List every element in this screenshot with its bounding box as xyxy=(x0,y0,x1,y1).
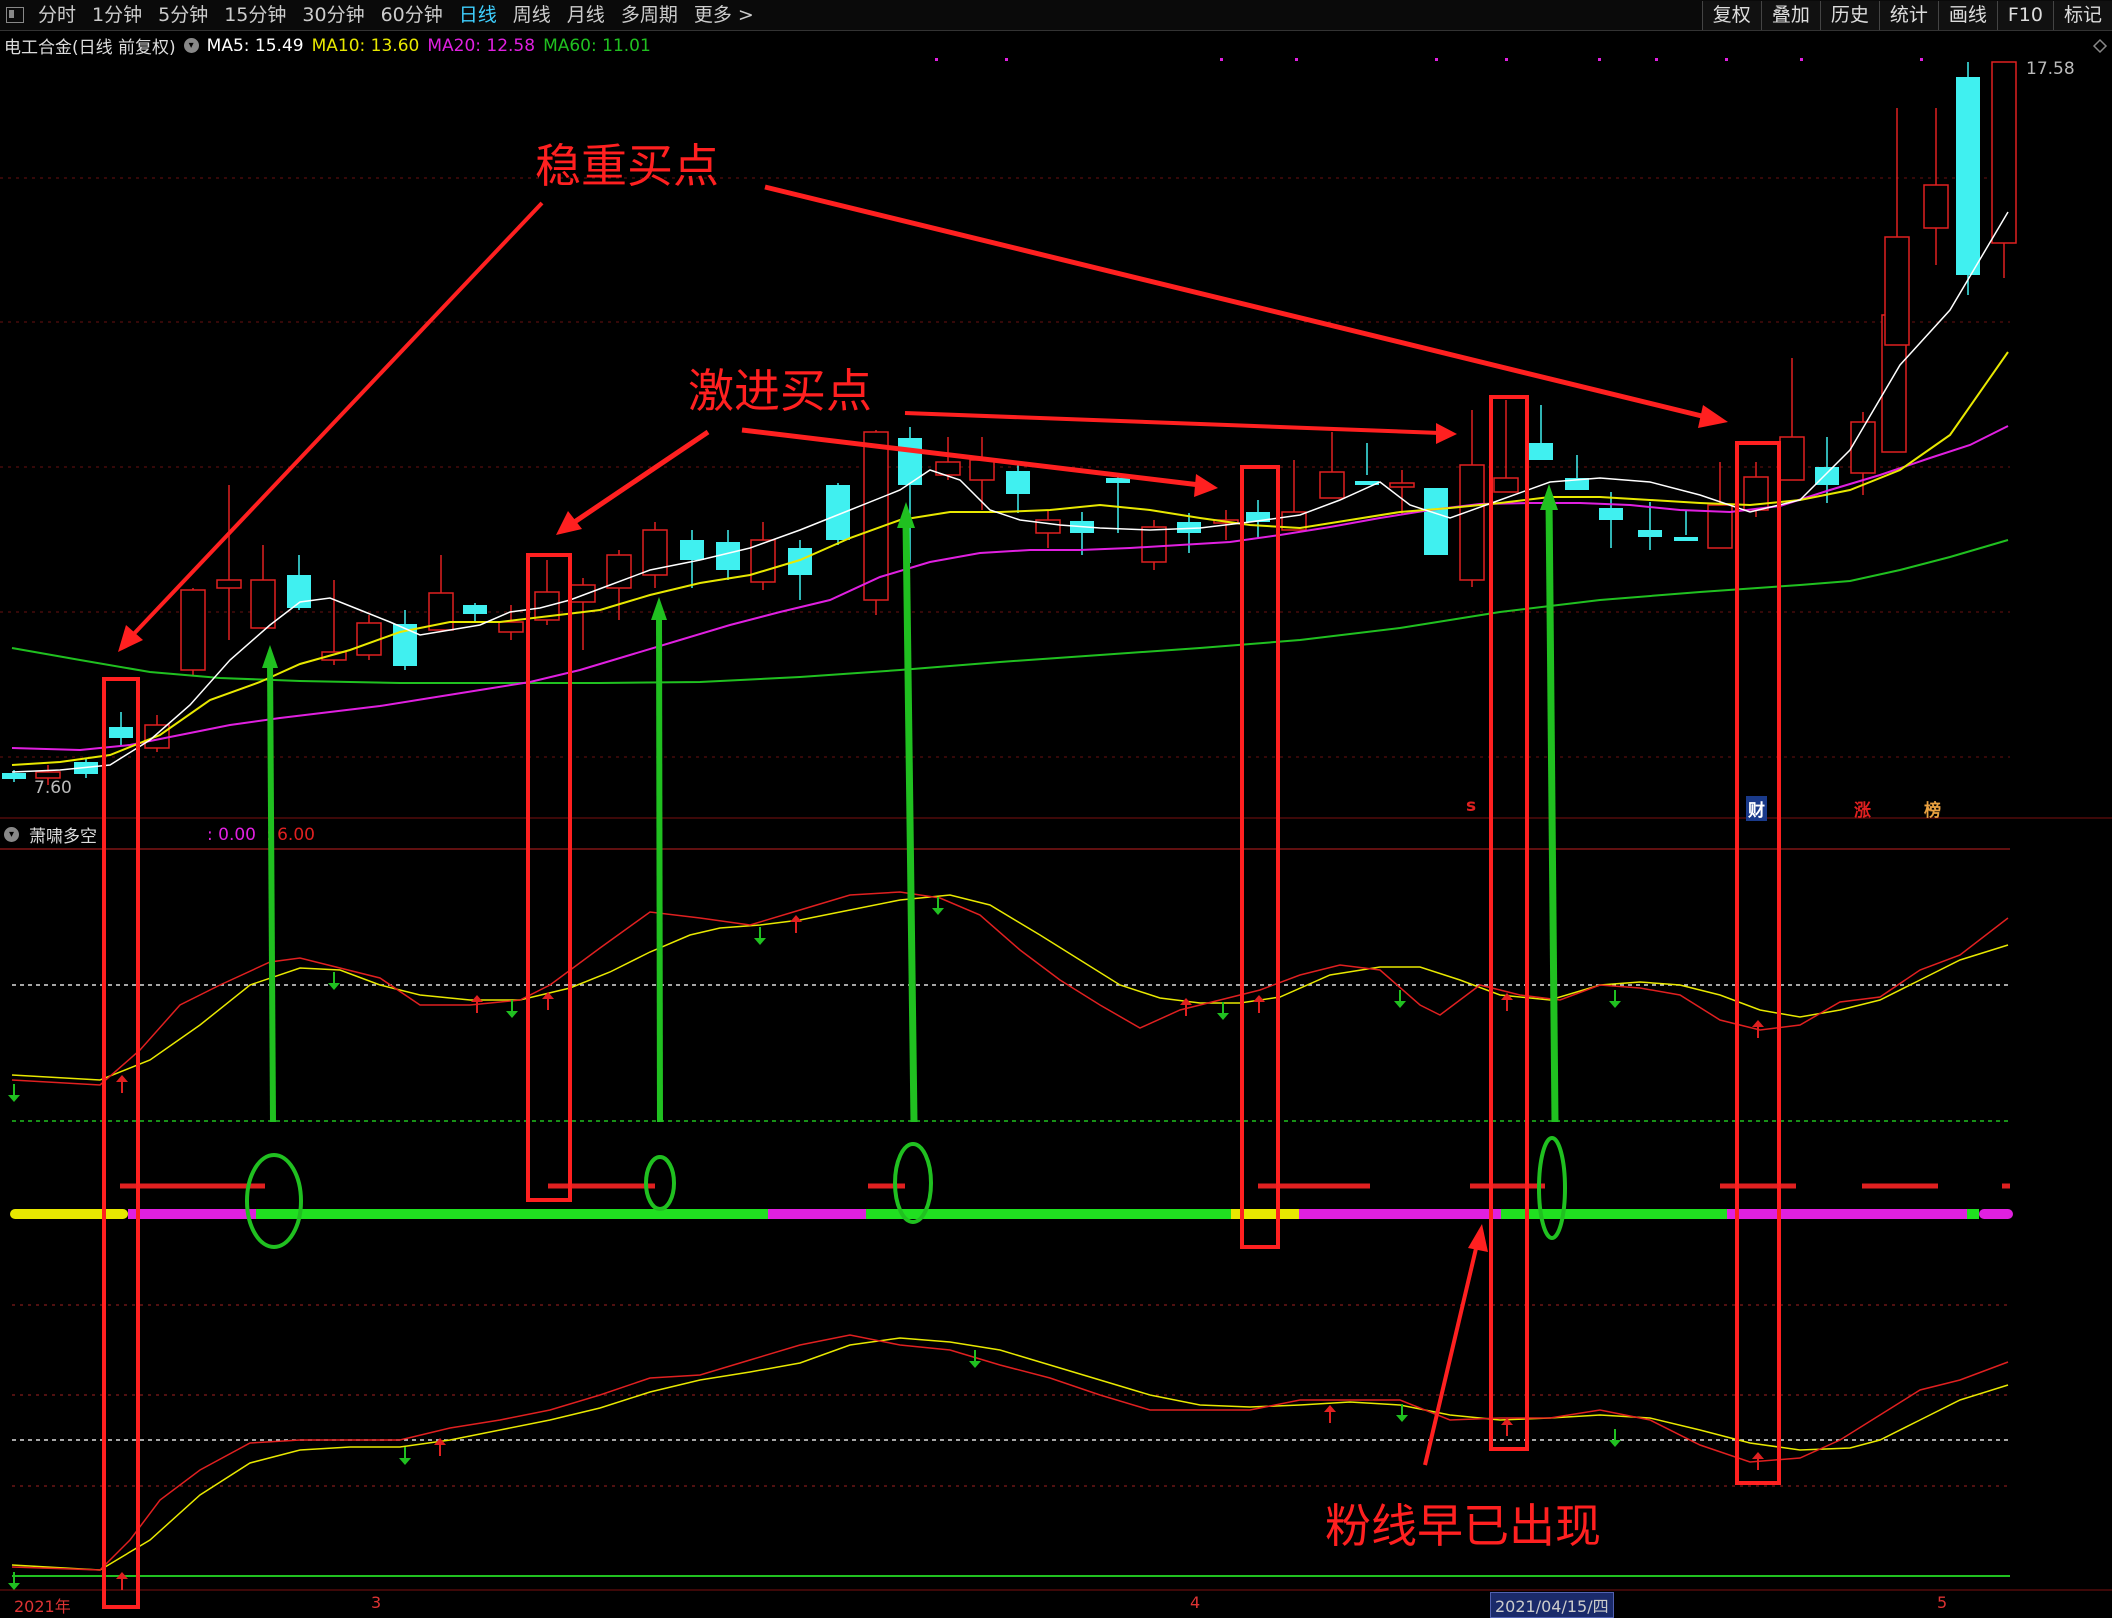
buy-arrow-icon xyxy=(116,1075,128,1093)
candle-body xyxy=(1459,464,1485,581)
date-label-selected[interactable]: 2021/04/15/四 xyxy=(1490,1592,1614,1618)
annotation-steady-buy: 稳重买点 xyxy=(535,139,719,193)
indicator-lower-red xyxy=(11,1334,2009,1571)
annotation-aggressive-buy: 激进买点 xyxy=(688,364,872,418)
annotation-pink-line: 粉线早已出现 xyxy=(1325,1499,1601,1553)
indicator-upper-red xyxy=(11,891,2009,1086)
buy-arrow-icon xyxy=(1253,995,1265,1013)
candle-body xyxy=(1389,482,1415,488)
candle-body xyxy=(1424,488,1448,555)
sell-arrow-icon xyxy=(328,972,340,990)
marker-cai[interactable]: 财 xyxy=(1746,796,1767,821)
red-highlight-boxes xyxy=(102,395,1781,1609)
candle-body xyxy=(250,579,276,629)
candle-body xyxy=(606,554,632,589)
candle-body xyxy=(180,589,206,671)
candle-body xyxy=(1923,184,1949,229)
sell-arrow-icon xyxy=(754,927,766,945)
top-dots xyxy=(935,58,1923,61)
candle-body xyxy=(463,605,487,614)
buy-arrow-icon xyxy=(790,915,802,933)
date-label-2021: 2021年 xyxy=(14,1597,71,1616)
date-label-3: 3 xyxy=(371,1593,382,1612)
candle-body xyxy=(1638,530,1662,537)
sell-arrow-icon xyxy=(8,1084,20,1102)
chart-canvas xyxy=(0,38,2112,1609)
candle-body xyxy=(2,773,26,779)
sell-arrow-icon xyxy=(1609,1429,1621,1447)
candle-body xyxy=(1106,478,1130,483)
candle-body xyxy=(1006,471,1030,494)
red-arrows xyxy=(118,184,1728,1466)
candle-body xyxy=(1493,477,1519,493)
candle-body xyxy=(356,622,382,656)
sell-arrow-icon xyxy=(1394,990,1406,1008)
marker-s[interactable]: s xyxy=(1466,796,1476,816)
candle-body xyxy=(1674,537,1698,541)
candle-body xyxy=(1319,471,1345,499)
sell-arrow-icon xyxy=(1217,1002,1229,1020)
candle-body xyxy=(570,584,596,603)
indicator-lower-yellow xyxy=(11,1337,2009,1571)
indicator-upper-yellow xyxy=(11,894,2009,1081)
status-bar xyxy=(10,1209,2013,1219)
sell-arrow-icon xyxy=(399,1447,411,1465)
low-price-label: 7.60 xyxy=(34,778,72,798)
sell-arrow-icon xyxy=(8,1572,20,1590)
main-grid xyxy=(0,177,2010,758)
candle-body xyxy=(1956,77,1980,275)
candle-body xyxy=(1884,236,1910,346)
candle-body xyxy=(826,485,850,540)
candle-body xyxy=(216,579,242,589)
date-label-4: 4 xyxy=(1190,1593,1201,1612)
sell-arrow-icon xyxy=(1609,990,1621,1008)
marker-zhang[interactable]: 涨 xyxy=(1854,796,1871,821)
candle-body xyxy=(969,459,995,481)
buy-arrow-icon xyxy=(1324,1405,1336,1423)
candle-body xyxy=(1599,508,1623,520)
marker-bang[interactable]: 榜 xyxy=(1924,796,1941,821)
candle-body xyxy=(1779,436,1805,481)
green-arrows xyxy=(262,484,1559,1123)
sell-arrow-icon xyxy=(506,1000,518,1018)
candle-body xyxy=(1991,61,2017,244)
candle-body xyxy=(680,540,704,560)
candle-body xyxy=(498,621,524,633)
candle-body xyxy=(1141,526,1167,563)
buy-arrow-icon xyxy=(1501,1418,1513,1436)
green-ellipses xyxy=(245,1136,1567,1249)
candle-body xyxy=(1850,421,1876,474)
candle-body xyxy=(1529,443,1553,460)
corner-diamond-icon xyxy=(2092,38,2108,54)
high-price-label: 17.58 xyxy=(2026,59,2075,79)
buy-arrow-icon xyxy=(116,1572,128,1590)
candle-body xyxy=(109,727,133,738)
date-label-5: 5 xyxy=(1937,1593,1948,1612)
